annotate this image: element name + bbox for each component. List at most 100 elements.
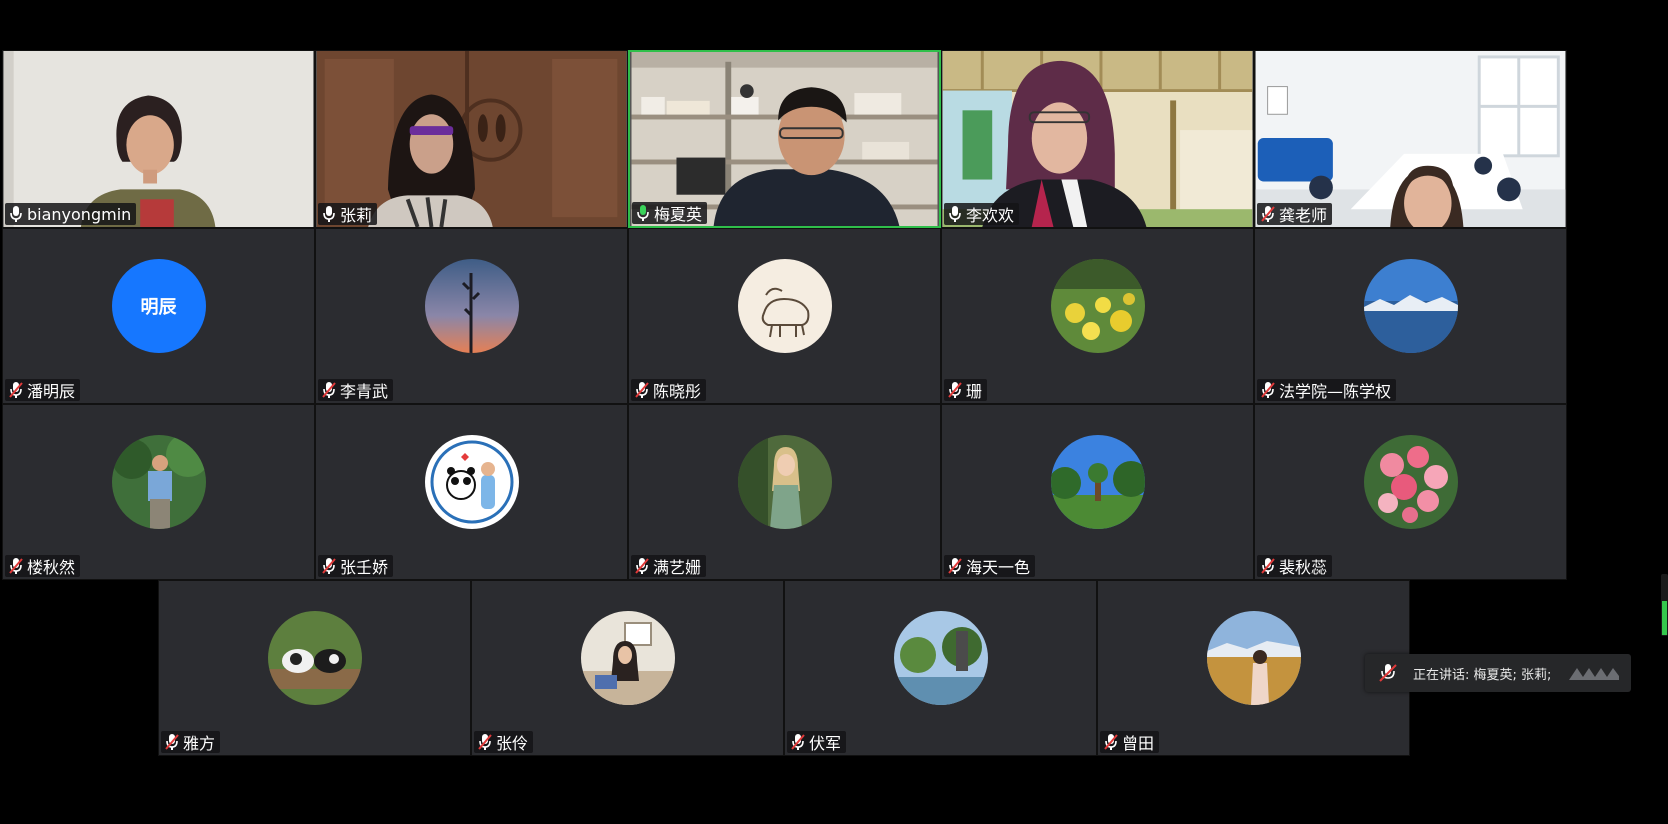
participant-name-tag: 海天一色 <box>944 555 1036 577</box>
muted-microphone-icon <box>9 558 23 574</box>
participant-name: 李欢欢 <box>966 206 1015 225</box>
participant-tile[interactable]: 曾田 <box>1097 580 1410 756</box>
participant-name-tag: 伏军 <box>787 731 847 753</box>
participant-name-tag: 珊 <box>944 379 988 401</box>
participant-avatar <box>111 435 206 529</box>
participant-video <box>942 51 1253 227</box>
microphone-icon <box>323 206 335 222</box>
microphone-icon <box>10 206 22 222</box>
participant-tile[interactable]: 裴秋蕊 <box>1254 404 1567 580</box>
muted-microphone-icon <box>1261 206 1275 222</box>
participant-tile[interactable]: 张伶 <box>471 580 784 756</box>
muted-microphone-icon <box>1261 558 1275 574</box>
participant-video <box>316 51 627 227</box>
participant-name: 张伶 <box>496 734 529 753</box>
participant-avatar <box>580 611 675 705</box>
participant-name: 法学院—陈学权 <box>1279 382 1392 401</box>
muted-microphone-icon <box>165 734 179 750</box>
participant-avatar <box>424 435 519 529</box>
participant-tile[interactable]: 张壬娇 <box>315 404 628 580</box>
video-tile[interactable]: 张莉 <box>315 50 628 228</box>
speaker-icon <box>1379 664 1397 682</box>
participant-tile[interactable]: 明辰 潘明辰 <box>2 228 315 404</box>
participant-name-tag: 潘明辰 <box>5 379 81 401</box>
participant-name: 潘明辰 <box>27 382 76 401</box>
participant-avatar <box>1363 259 1458 353</box>
video-tile[interactable]: bianyongmin <box>2 50 315 228</box>
participant-name-tag: 李欢欢 <box>944 203 1020 225</box>
participant-name: 海天一色 <box>966 558 1031 577</box>
participant-video <box>631 52 938 226</box>
participant-name-tag: 楼秋然 <box>5 555 81 577</box>
muted-microphone-icon <box>635 558 649 574</box>
muted-microphone-icon <box>1104 734 1118 750</box>
speaking-indicator[interactable]: 正在讲话: 梅夏英; 张莉; <box>1365 654 1631 692</box>
participant-name: 楼秋然 <box>27 558 76 577</box>
participant-avatar <box>424 259 519 353</box>
microphone-icon <box>637 205 649 221</box>
participant-tile[interactable]: 李青武 <box>315 228 628 404</box>
participant-tile[interactable]: 楼秋然 <box>2 404 315 580</box>
video-tile[interactable]: 龚老师 <box>1254 50 1567 228</box>
microphone-icon <box>949 206 961 222</box>
participant-tile[interactable]: 满艺姗 <box>628 404 941 580</box>
participant-name-tag: 李青武 <box>318 379 394 401</box>
participant-avatar <box>267 611 362 705</box>
muted-microphone-icon <box>322 558 336 574</box>
participant-avatar <box>893 611 988 705</box>
participant-name: bianyongmin <box>27 204 132 224</box>
participant-name-tag: 张莉 <box>318 203 378 225</box>
video-tile-active-speaker[interactable]: 梅夏英 <box>628 50 941 228</box>
participant-name: 裴秋蕊 <box>1279 558 1328 577</box>
participant-avatar <box>737 435 832 529</box>
participant-avatar <box>737 259 832 353</box>
participant-name-tag: 满艺姗 <box>631 555 707 577</box>
muted-microphone-icon <box>948 382 962 398</box>
participant-name: 陈晓彤 <box>653 382 702 401</box>
participant-tile[interactable]: 伏军 <box>784 580 1097 756</box>
audio-level-meter <box>1661 574 1668 636</box>
participant-name-tag: 张壬娇 <box>318 555 394 577</box>
participant-name: 伏军 <box>809 734 842 753</box>
meeting-gallery: bianyongmin 张莉 梅夏英 李欢欢 龚老师 明辰 潘明辰 李青武 陈晓… <box>0 0 1668 824</box>
participant-tile[interactable]: 陈晓彤 <box>628 228 941 404</box>
participant-tile[interactable]: 雅方 <box>158 580 471 756</box>
participant-avatar <box>1206 611 1301 705</box>
video-tile[interactable]: 李欢欢 <box>941 50 1254 228</box>
participant-name: 龚老师 <box>1279 206 1328 225</box>
participant-tile[interactable]: 珊 <box>941 228 1254 404</box>
participant-name-tag: 陈晓彤 <box>631 379 707 401</box>
participant-name-tag: 裴秋蕊 <box>1257 555 1333 577</box>
participant-name-tag: 曾田 <box>1100 731 1160 753</box>
participant-tile[interactable]: 法学院—陈学权 <box>1254 228 1567 404</box>
participant-video <box>1255 51 1566 227</box>
participant-name: 雅方 <box>183 734 216 753</box>
muted-microphone-icon <box>1261 382 1275 398</box>
muted-microphone-icon <box>635 382 649 398</box>
participant-name-tag: 梅夏英 <box>632 202 708 224</box>
audio-level-fill <box>1662 600 1667 635</box>
muted-microphone-icon <box>9 382 23 398</box>
participant-name-tag: 雅方 <box>161 731 221 753</box>
muted-microphone-icon <box>791 734 805 750</box>
participant-avatar <box>1050 435 1145 529</box>
audio-wave-icon <box>1569 668 1620 680</box>
participant-name-tag: 法学院—陈学权 <box>1257 379 1397 401</box>
participant-name: 珊 <box>966 382 983 401</box>
speaking-label: 正在讲话: 梅夏英; 张莉; <box>1413 667 1552 683</box>
participant-name: 满艺姗 <box>653 558 702 577</box>
avatar-initials: 明辰 <box>140 297 177 318</box>
participant-name: 李青武 <box>340 382 389 401</box>
participant-name: 张莉 <box>340 206 373 225</box>
participant-avatar <box>1050 259 1145 353</box>
participant-name: 张壬娇 <box>340 558 389 577</box>
participant-name-tag: 张伶 <box>474 731 534 753</box>
participant-video <box>3 51 314 227</box>
participant-name: 梅夏英 <box>654 205 703 224</box>
muted-microphone-icon <box>478 734 492 750</box>
participant-name: 曾田 <box>1122 734 1155 753</box>
participant-name-tag: 龚老师 <box>1257 203 1333 225</box>
muted-microphone-icon <box>948 558 962 574</box>
participant-avatar <box>1363 435 1458 529</box>
participant-tile[interactable]: 海天一色 <box>941 404 1254 580</box>
